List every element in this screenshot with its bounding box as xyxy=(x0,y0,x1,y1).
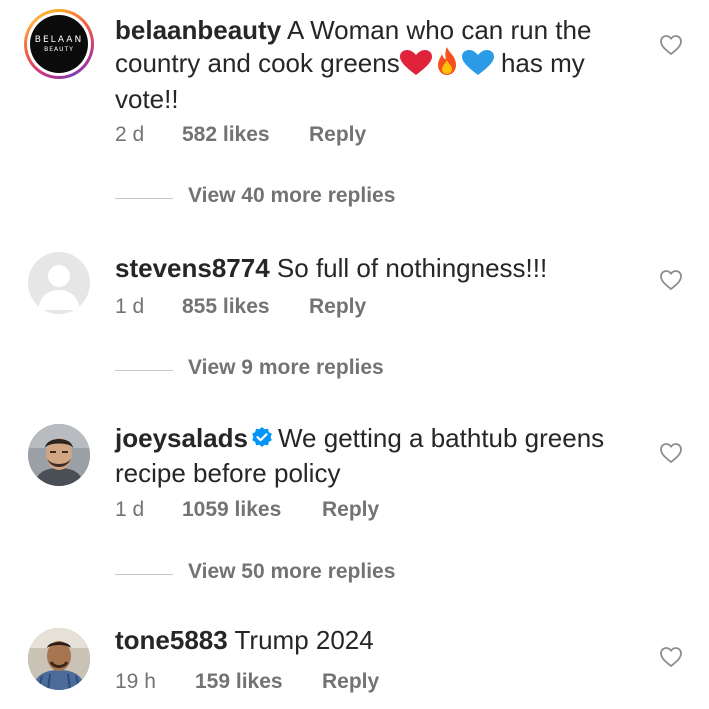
likes-count[interactable]: 159 likes xyxy=(195,670,283,694)
comment-body: Trump 2024 xyxy=(234,625,374,655)
comment-time: 1 d xyxy=(115,295,145,318)
fire-emoji-icon xyxy=(432,46,462,83)
replies-divider xyxy=(115,370,173,371)
blue-heart-emoji-icon xyxy=(461,50,494,83)
avatar-belaanbeauty: BELAAN BEAUTY xyxy=(30,15,88,73)
reply-button[interactable]: Reply xyxy=(322,498,379,522)
comment-text: joeysalads We getting a bathtub greens re… xyxy=(115,422,635,489)
view-replies-label: View 40 more replies xyxy=(188,184,396,207)
red-heart-emoji-icon xyxy=(399,50,432,83)
comment-body: So full of nothingness!!! xyxy=(276,253,548,283)
avatar-joeysalads[interactable] xyxy=(28,424,90,486)
profile-photo-icon xyxy=(28,628,90,690)
profile-photo-icon xyxy=(28,424,90,486)
avatar-logo-subtext: BEAUTY xyxy=(44,46,74,53)
replies-divider xyxy=(115,198,173,199)
comment-joeysalads: joeysalads We getting a bathtub greens re… xyxy=(0,410,709,610)
verified-badge-icon xyxy=(250,425,274,457)
comment-belaanbeauty: BELAAN BEAUTY belaanbeauty A Woman who c… xyxy=(0,0,709,230)
comment-tone5883: tone5883 Trump 2024 19 h 159 likes Reply xyxy=(0,610,709,709)
username-link[interactable]: stevens8774 xyxy=(115,253,270,283)
comment-time: 19 h xyxy=(115,670,156,693)
likes-count[interactable]: 582 likes xyxy=(182,123,270,147)
reply-button[interactable]: Reply xyxy=(322,670,379,694)
heart-outline-icon[interactable] xyxy=(659,268,683,292)
view-replies-label: View 9 more replies xyxy=(188,356,384,379)
heart-outline-icon[interactable] xyxy=(659,645,683,669)
likes-count[interactable]: 855 likes xyxy=(182,295,270,319)
view-replies-label: View 50 more replies xyxy=(188,560,396,583)
heart-outline-icon[interactable] xyxy=(659,441,683,465)
avatar-stevens8774[interactable] xyxy=(28,252,90,314)
reply-button[interactable]: Reply xyxy=(309,123,366,147)
reply-button[interactable]: Reply xyxy=(309,295,366,319)
heart-outline-icon[interactable] xyxy=(659,33,683,57)
replies-divider xyxy=(115,574,173,575)
avatar-logo-text: BELAAN xyxy=(34,35,84,45)
likes-count[interactable]: 1059 likes xyxy=(182,498,281,522)
comment-text: stevens8774 So full of nothingness!!! xyxy=(115,252,635,284)
username-link[interactable]: joeysalads xyxy=(115,423,248,453)
avatar-tone5883[interactable] xyxy=(28,628,90,690)
comment-stevens8774: stevens8774 So full of nothingness!!! 1 … xyxy=(0,230,709,410)
comment-text: belaanbeauty A Woman who can run the cou… xyxy=(115,14,635,115)
username-link[interactable]: belaanbeauty xyxy=(115,15,281,45)
avatar-story-ring[interactable]: BELAAN BEAUTY xyxy=(24,9,94,79)
comment-time: 2 d xyxy=(115,123,145,146)
username-link[interactable]: tone5883 xyxy=(115,625,228,655)
default-avatar-icon xyxy=(38,265,80,310)
comment-text: tone5883 Trump 2024 xyxy=(115,624,635,656)
comment-time: 1 d xyxy=(115,498,145,521)
